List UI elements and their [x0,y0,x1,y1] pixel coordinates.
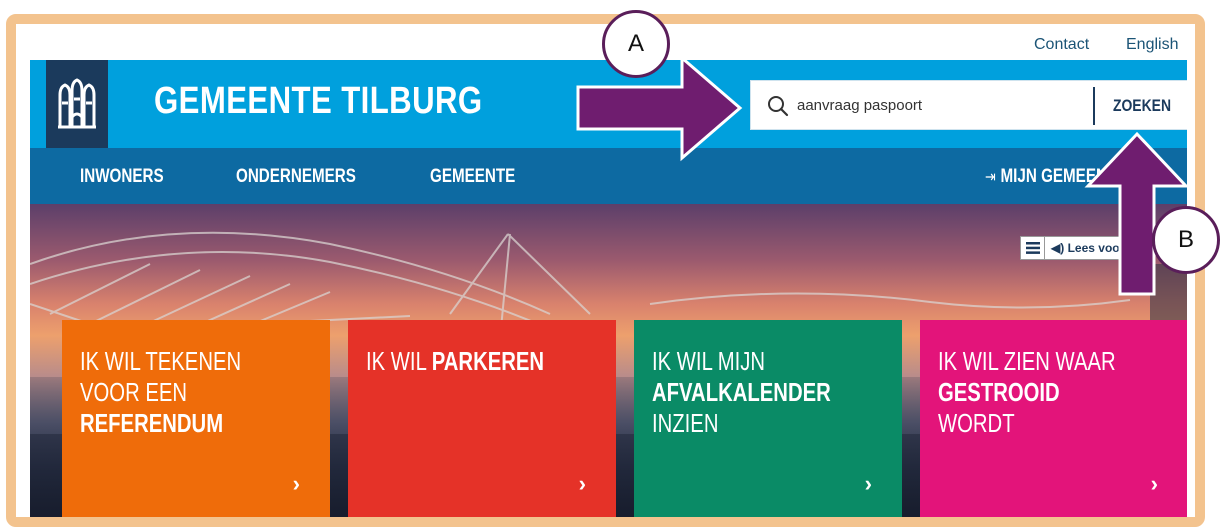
tile-line: IK WIL TEKENEN [80,346,242,376]
contact-link[interactable]: Contact [1034,36,1089,54]
search-input[interactable] [797,91,1087,119]
tilburg-castle-logo-icon[interactable] [46,60,108,148]
tile-afvalkalender[interactable]: IK WIL MIJN AFVALKALENDER INZIEN › [634,320,902,517]
site-title[interactable]: GEMEENTE TILBURG [154,80,483,123]
tile-referendum[interactable]: IK WIL TEKENEN VOOR EEN REFERENDUM › [62,320,330,517]
english-link[interactable]: English [1126,36,1178,54]
tile-afvalkalender-text: IK WIL MIJN AFVALKALENDER INZIEN [652,346,902,439]
speaker-icon: ◀) [1051,241,1065,255]
nav-item-ondernemers[interactable]: ONDERNEMERS [236,166,356,188]
annotation-marker-a: A [602,10,670,78]
chevron-right-icon: › [864,471,872,496]
tile-line: AFVALKALENDER [652,377,831,407]
hero-banner: ◀) Lees voor IK WIL TEKENEN VOOR EEN REF… [30,204,1187,517]
login-icon: ⇥ [985,169,996,186]
annotation-marker-b: B [1152,206,1220,274]
tile-parkeren-text: IK WIL PARKEREN [366,346,616,377]
search-button[interactable]: ZOEKEN [1103,81,1180,131]
nav-item-inwoners[interactable]: INWONERS [80,166,164,188]
tile-line: IK WIL ZIEN WAAR [938,346,1116,376]
chevron-right-icon: › [292,471,300,496]
annotation-arrow-a-icon [576,54,743,162]
tile-parkeren[interactable]: IK WIL PARKEREN › [348,320,616,517]
tile-line: WORDT [938,408,1015,438]
tile-line: INZIEN [652,408,719,438]
search-icon [768,96,789,117]
chevron-right-icon: › [1150,471,1158,496]
tile-line: REFERENDUM [80,408,224,438]
tile-line: IK WIL PARKEREN [366,346,545,376]
tile-referendum-text: IK WIL TEKENEN VOOR EEN REFERENDUM [80,346,330,439]
chevron-right-icon: › [578,471,586,496]
search-box: ZOEKEN [750,80,1187,130]
tile-gestrooid[interactable]: IK WIL ZIEN WAAR GESTROOID WORDT › [920,320,1187,517]
tile-line: GESTROOID [938,377,1060,407]
nav-item-gemeente[interactable]: GEMEENTE [430,166,515,188]
tile-gestrooid-text: IK WIL ZIEN WAAR GESTROOID WORDT [938,346,1187,439]
search-divider [1093,87,1095,125]
menu-icon[interactable] [1021,237,1045,259]
tile-line: IK WIL MIJN [652,346,766,376]
tile-line: VOOR EEN [80,377,188,407]
